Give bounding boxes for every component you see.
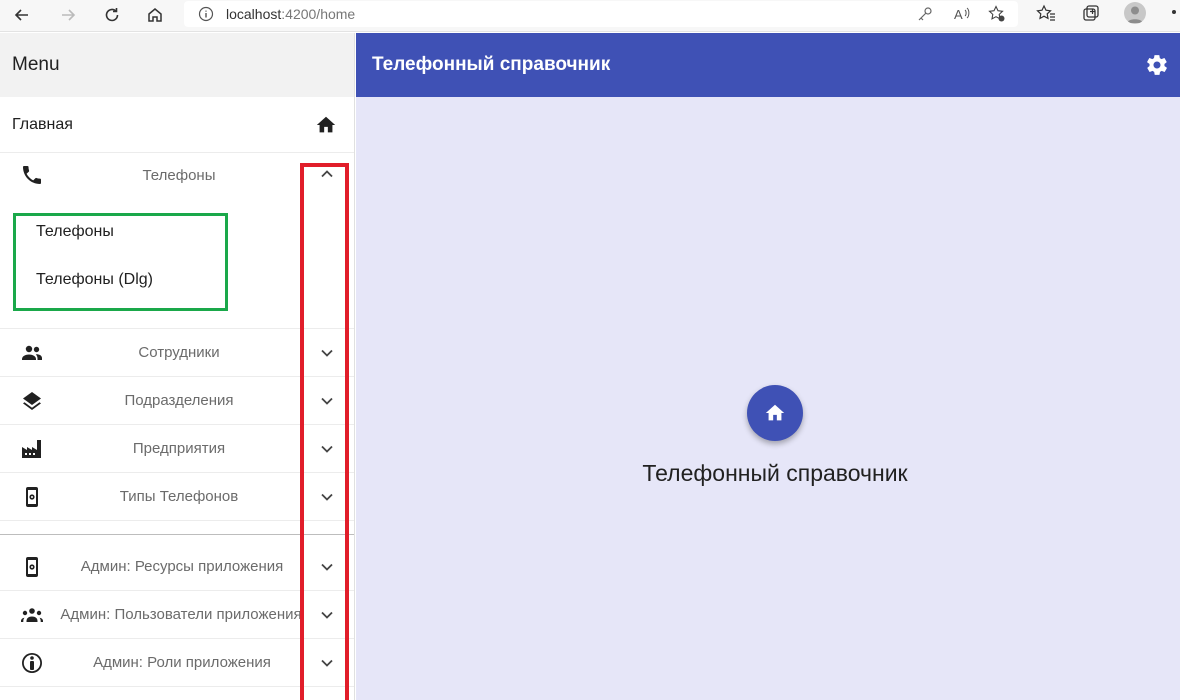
page-title: Телефонный справочник (642, 460, 908, 486)
forward-button[interactable] (54, 2, 82, 28)
panel-label: Предприятия (132, 440, 226, 457)
app-toolbar: Телефонный справочник (356, 33, 1180, 97)
home-icon (765, 404, 785, 421)
key-icon[interactable] (916, 5, 934, 23)
favorite-add-icon[interactable] (988, 5, 1006, 23)
info-person-icon (20, 651, 44, 675)
home-fab-button[interactable] (747, 385, 803, 441)
people-icon (20, 341, 44, 365)
profile-avatar[interactable] (1124, 2, 1146, 24)
groups-icon (20, 603, 44, 627)
browser-home-button[interactable] (141, 2, 169, 28)
panel-label: Типы Телефонов (119, 488, 239, 505)
browser-toolbar: localhost:4200/home A (0, 0, 1180, 32)
back-button[interactable] (8, 2, 36, 28)
phone-icon (20, 163, 44, 187)
more-menu-icon[interactable] (1172, 10, 1176, 14)
phone-settings-icon (20, 555, 44, 579)
factory-icon (20, 437, 44, 461)
arrow-right-icon (62, 9, 76, 21)
sidebar-item-home[interactable]: Главная (0, 97, 354, 153)
layers-icon (20, 389, 44, 413)
sidebar-item-label: Главная (12, 115, 73, 133)
address-bar[interactable]: localhost:4200/home A (184, 1, 1018, 27)
panel-label: Админ: Ресурсы приложения (80, 558, 284, 575)
main-content: Телефонный справочник (356, 97, 1180, 700)
panel-label: Подразделения (124, 392, 234, 409)
reload-icon (105, 8, 119, 22)
panel-label: Админ: Пользователи приложения (60, 606, 302, 623)
favorites-icon[interactable] (1036, 4, 1056, 24)
menu-header: Menu (0, 33, 354, 97)
panel-label: Админ: Роли приложения (93, 654, 271, 671)
panel-label: Телефоны (142, 167, 216, 184)
info-icon (198, 6, 214, 22)
highlight-box-red (300, 163, 349, 700)
gear-icon[interactable] (1145, 53, 1169, 77)
reload-button[interactable] (98, 2, 126, 28)
arrow-left-icon (14, 9, 28, 21)
home-icon (316, 116, 336, 132)
home-outline-icon (148, 8, 162, 22)
toolbar-title: Телефонный справочник (372, 54, 611, 75)
phone-settings-icon (20, 485, 44, 509)
collections-icon[interactable] (1081, 4, 1101, 24)
url-text: localhost:4200/home (226, 6, 356, 22)
highlight-box-green (13, 213, 228, 311)
svg-text:A: A (954, 7, 963, 22)
person-icon (1127, 6, 1143, 23)
read-aloud-icon[interactable]: A (953, 5, 971, 23)
panel-label: Сотрудники (138, 344, 220, 361)
